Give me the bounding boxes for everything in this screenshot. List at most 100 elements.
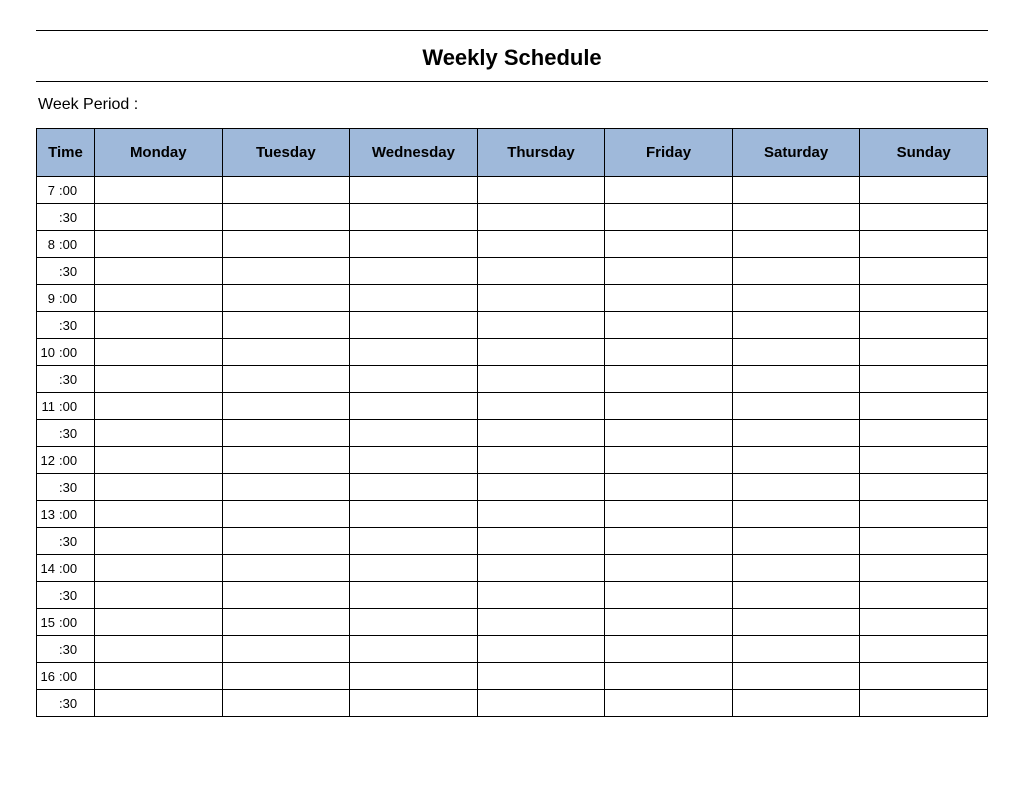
schedule-cell[interactable]	[605, 258, 733, 285]
schedule-cell[interactable]	[605, 447, 733, 474]
schedule-cell[interactable]	[222, 204, 350, 231]
schedule-cell[interactable]	[222, 258, 350, 285]
schedule-cell[interactable]	[860, 177, 988, 204]
schedule-cell[interactable]	[732, 690, 860, 717]
schedule-cell[interactable]	[95, 528, 223, 555]
schedule-cell[interactable]	[477, 663, 605, 690]
schedule-cell[interactable]	[222, 609, 350, 636]
schedule-cell[interactable]	[477, 393, 605, 420]
schedule-cell[interactable]	[95, 582, 223, 609]
schedule-cell[interactable]	[350, 609, 478, 636]
schedule-cell[interactable]	[350, 366, 478, 393]
schedule-cell[interactable]	[222, 420, 350, 447]
schedule-cell[interactable]	[222, 447, 350, 474]
schedule-cell[interactable]	[732, 582, 860, 609]
schedule-cell[interactable]	[222, 393, 350, 420]
schedule-cell[interactable]	[732, 636, 860, 663]
schedule-cell[interactable]	[732, 231, 860, 258]
schedule-cell[interactable]	[732, 528, 860, 555]
schedule-cell[interactable]	[95, 609, 223, 636]
schedule-cell[interactable]	[477, 609, 605, 636]
schedule-cell[interactable]	[605, 609, 733, 636]
schedule-cell[interactable]	[95, 636, 223, 663]
schedule-cell[interactable]	[350, 258, 478, 285]
schedule-cell[interactable]	[860, 204, 988, 231]
schedule-cell[interactable]	[477, 528, 605, 555]
schedule-cell[interactable]	[732, 339, 860, 366]
schedule-cell[interactable]	[95, 339, 223, 366]
schedule-cell[interactable]	[95, 690, 223, 717]
schedule-cell[interactable]	[732, 447, 860, 474]
schedule-cell[interactable]	[860, 582, 988, 609]
schedule-cell[interactable]	[860, 420, 988, 447]
schedule-cell[interactable]	[350, 690, 478, 717]
schedule-cell[interactable]	[350, 663, 478, 690]
schedule-cell[interactable]	[350, 312, 478, 339]
schedule-cell[interactable]	[222, 474, 350, 501]
schedule-cell[interactable]	[860, 339, 988, 366]
schedule-cell[interactable]	[350, 474, 478, 501]
schedule-cell[interactable]	[477, 555, 605, 582]
schedule-cell[interactable]	[477, 285, 605, 312]
schedule-cell[interactable]	[860, 501, 988, 528]
schedule-cell[interactable]	[860, 690, 988, 717]
schedule-cell[interactable]	[605, 420, 733, 447]
schedule-cell[interactable]	[860, 285, 988, 312]
schedule-cell[interactable]	[95, 366, 223, 393]
schedule-cell[interactable]	[477, 312, 605, 339]
schedule-cell[interactable]	[222, 501, 350, 528]
schedule-cell[interactable]	[222, 285, 350, 312]
schedule-cell[interactable]	[222, 663, 350, 690]
schedule-cell[interactable]	[860, 636, 988, 663]
schedule-cell[interactable]	[477, 636, 605, 663]
schedule-cell[interactable]	[222, 582, 350, 609]
schedule-cell[interactable]	[732, 312, 860, 339]
schedule-cell[interactable]	[222, 528, 350, 555]
schedule-cell[interactable]	[350, 231, 478, 258]
schedule-cell[interactable]	[95, 177, 223, 204]
schedule-cell[interactable]	[860, 366, 988, 393]
schedule-cell[interactable]	[860, 231, 988, 258]
schedule-cell[interactable]	[605, 339, 733, 366]
schedule-cell[interactable]	[95, 231, 223, 258]
schedule-cell[interactable]	[95, 312, 223, 339]
schedule-cell[interactable]	[222, 231, 350, 258]
schedule-cell[interactable]	[477, 447, 605, 474]
schedule-cell[interactable]	[605, 474, 733, 501]
schedule-cell[interactable]	[95, 285, 223, 312]
schedule-cell[interactable]	[605, 393, 733, 420]
schedule-cell[interactable]	[95, 501, 223, 528]
schedule-cell[interactable]	[350, 204, 478, 231]
schedule-cell[interactable]	[222, 366, 350, 393]
schedule-cell[interactable]	[732, 285, 860, 312]
schedule-cell[interactable]	[732, 258, 860, 285]
schedule-cell[interactable]	[605, 285, 733, 312]
schedule-cell[interactable]	[350, 582, 478, 609]
schedule-cell[interactable]	[477, 258, 605, 285]
schedule-cell[interactable]	[605, 636, 733, 663]
schedule-cell[interactable]	[860, 555, 988, 582]
schedule-cell[interactable]	[732, 663, 860, 690]
schedule-cell[interactable]	[350, 636, 478, 663]
schedule-cell[interactable]	[605, 582, 733, 609]
schedule-cell[interactable]	[95, 447, 223, 474]
schedule-cell[interactable]	[350, 555, 478, 582]
schedule-cell[interactable]	[860, 474, 988, 501]
schedule-cell[interactable]	[222, 177, 350, 204]
schedule-cell[interactable]	[350, 177, 478, 204]
schedule-cell[interactable]	[860, 609, 988, 636]
schedule-cell[interactable]	[350, 285, 478, 312]
schedule-cell[interactable]	[605, 690, 733, 717]
schedule-cell[interactable]	[477, 474, 605, 501]
schedule-cell[interactable]	[605, 312, 733, 339]
schedule-cell[interactable]	[477, 582, 605, 609]
schedule-cell[interactable]	[477, 690, 605, 717]
schedule-cell[interactable]	[350, 447, 478, 474]
schedule-cell[interactable]	[350, 528, 478, 555]
schedule-cell[interactable]	[477, 420, 605, 447]
schedule-cell[interactable]	[860, 393, 988, 420]
schedule-cell[interactable]	[860, 258, 988, 285]
schedule-cell[interactable]	[605, 501, 733, 528]
schedule-cell[interactable]	[860, 528, 988, 555]
schedule-cell[interactable]	[350, 420, 478, 447]
